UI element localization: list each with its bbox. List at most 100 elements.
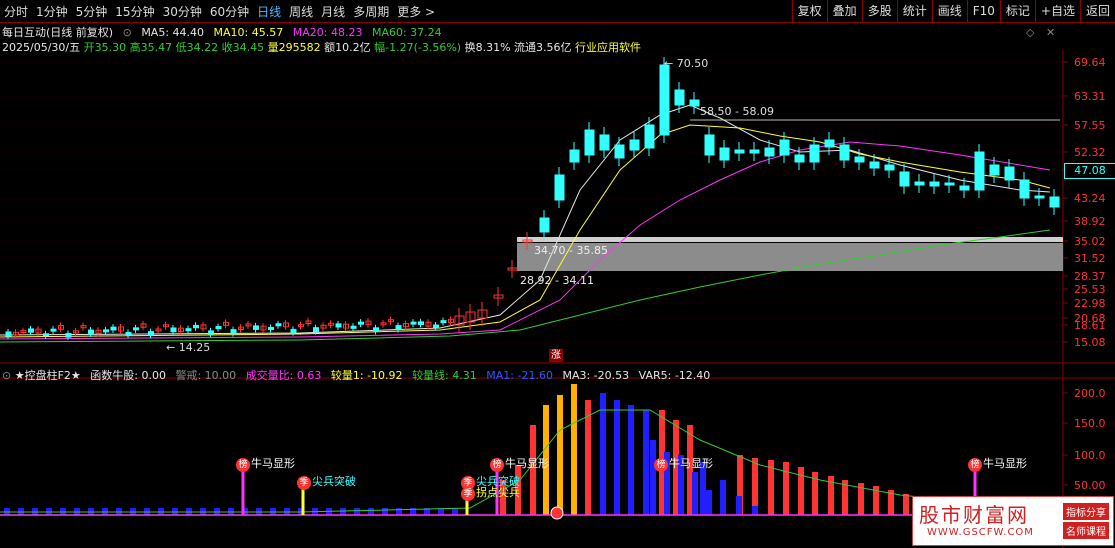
signal-jian-1: 季尖兵突破 (297, 473, 356, 490)
candle (749, 149, 760, 154)
candle (869, 161, 880, 169)
candle (215, 326, 222, 330)
indicator-small-bar (396, 508, 402, 515)
candle (418, 321, 424, 326)
signal-niu-4: 榜牛马显形 (968, 455, 1027, 472)
candle (5, 331, 12, 337)
candle (989, 164, 1000, 176)
indicator-bar (600, 393, 606, 515)
candle (358, 321, 364, 325)
candle (185, 328, 192, 332)
zone-upper-label: 58.50 - 58.09 (700, 105, 774, 118)
candle (193, 324, 199, 329)
candle (373, 327, 379, 332)
candle (88, 329, 94, 335)
indicator-var5: VAR5: -12.40 (638, 369, 711, 382)
candle (899, 171, 910, 187)
candle (599, 134, 610, 151)
candle (689, 99, 700, 107)
candle (569, 149, 580, 163)
indicator-warn: 警戒: 10.00 (175, 369, 237, 382)
candle (659, 64, 670, 136)
price-tick: 18.61 (1074, 319, 1106, 332)
indicator-tick: 100.0 (1074, 449, 1106, 462)
candle (148, 331, 154, 336)
indicator-bar-blue (752, 506, 758, 515)
candle (674, 89, 685, 106)
candle (335, 323, 342, 328)
candle (929, 181, 940, 187)
zone-low-label: 28.92 - 34.11 (520, 274, 594, 287)
candle (974, 151, 985, 191)
candle (944, 182, 955, 186)
watermark-logo: 股市财富网 WWW.GSCFW.COM 指标分享 名师课程 (912, 496, 1114, 546)
indicator-volline: 较量线: 4.31 (412, 369, 477, 382)
indicator-small-bar (354, 508, 360, 515)
indicator-settings-icon[interactable]: ⊙ (2, 369, 11, 382)
indicator-vol1: 较量1: -10.92 (330, 369, 403, 382)
candle (824, 139, 835, 148)
candle (395, 325, 402, 331)
candle (959, 185, 970, 191)
candle (764, 147, 775, 157)
indicator-bar-blue (692, 472, 698, 515)
candle (410, 321, 417, 325)
candle (290, 328, 297, 334)
indicator-tick: 50.00 (1074, 479, 1106, 492)
candle (170, 327, 177, 333)
signal-guai: 季拐点尖兵 (461, 484, 520, 501)
signal-niu-2: 榜牛马显形 (490, 455, 549, 472)
candle (644, 124, 655, 149)
candle (614, 144, 625, 159)
indicator-tick: 150.0 (1074, 417, 1106, 430)
indicator-bar (643, 410, 649, 515)
candle (779, 139, 790, 156)
candle (230, 329, 237, 335)
candle (809, 144, 820, 163)
indicator-vol-ratio: 成交量比: 0.63 (245, 369, 322, 382)
candle (103, 329, 109, 333)
indicator-bar (557, 395, 563, 515)
candle (1049, 196, 1060, 208)
candle (539, 217, 550, 233)
indicator-tick: 200.0 (1074, 387, 1106, 400)
indicator-bar (903, 494, 909, 515)
candle (208, 330, 214, 335)
candle (839, 144, 850, 161)
candle (125, 331, 132, 336)
candle (719, 147, 730, 161)
signal-niu-1: 榜牛马显形 (236, 455, 295, 472)
indicator-bar-blue (650, 440, 656, 515)
price-tick: 52.32 (1074, 146, 1106, 159)
indicator-info-line: ⊙ ★控盘柱F2★ 函数牛股: 0.00 警戒: 10.00 成交量比: 0.6… (2, 367, 716, 383)
candle (313, 327, 319, 333)
candle (1019, 179, 1030, 199)
plus-marker-icon (550, 506, 564, 520)
indicator-small-bar (452, 508, 458, 515)
candle (1034, 195, 1045, 199)
indicator-bar (798, 467, 804, 515)
indicator-fn: 函数牛股: 0.00 (90, 369, 166, 382)
ma10-line (0, 124, 1051, 338)
candle (794, 154, 805, 163)
indicator-ma3: MA3: -20.53 (562, 369, 630, 382)
indicator-bar (628, 405, 634, 515)
candle (275, 323, 282, 327)
indicator-name[interactable]: ★控盘柱F2★ (15, 369, 81, 382)
price-tick: 57.55 (1074, 119, 1106, 132)
price-tick: 15.08 (1074, 336, 1106, 349)
candle (65, 333, 72, 338)
indicator-bar (614, 400, 620, 515)
candle (554, 174, 565, 201)
indicator-bar-blue (720, 505, 726, 515)
indicator-small-bar (368, 508, 374, 515)
candle (1004, 166, 1015, 181)
candle (914, 181, 925, 186)
candle (253, 325, 259, 330)
candle (629, 139, 640, 151)
indicator-bar-blue (736, 496, 742, 515)
indicator-bar (571, 384, 577, 515)
price-tick: 69.64 (1074, 56, 1106, 69)
limit-up-badge: 涨 (549, 349, 563, 362)
price-tick: 38.92 (1074, 215, 1106, 228)
